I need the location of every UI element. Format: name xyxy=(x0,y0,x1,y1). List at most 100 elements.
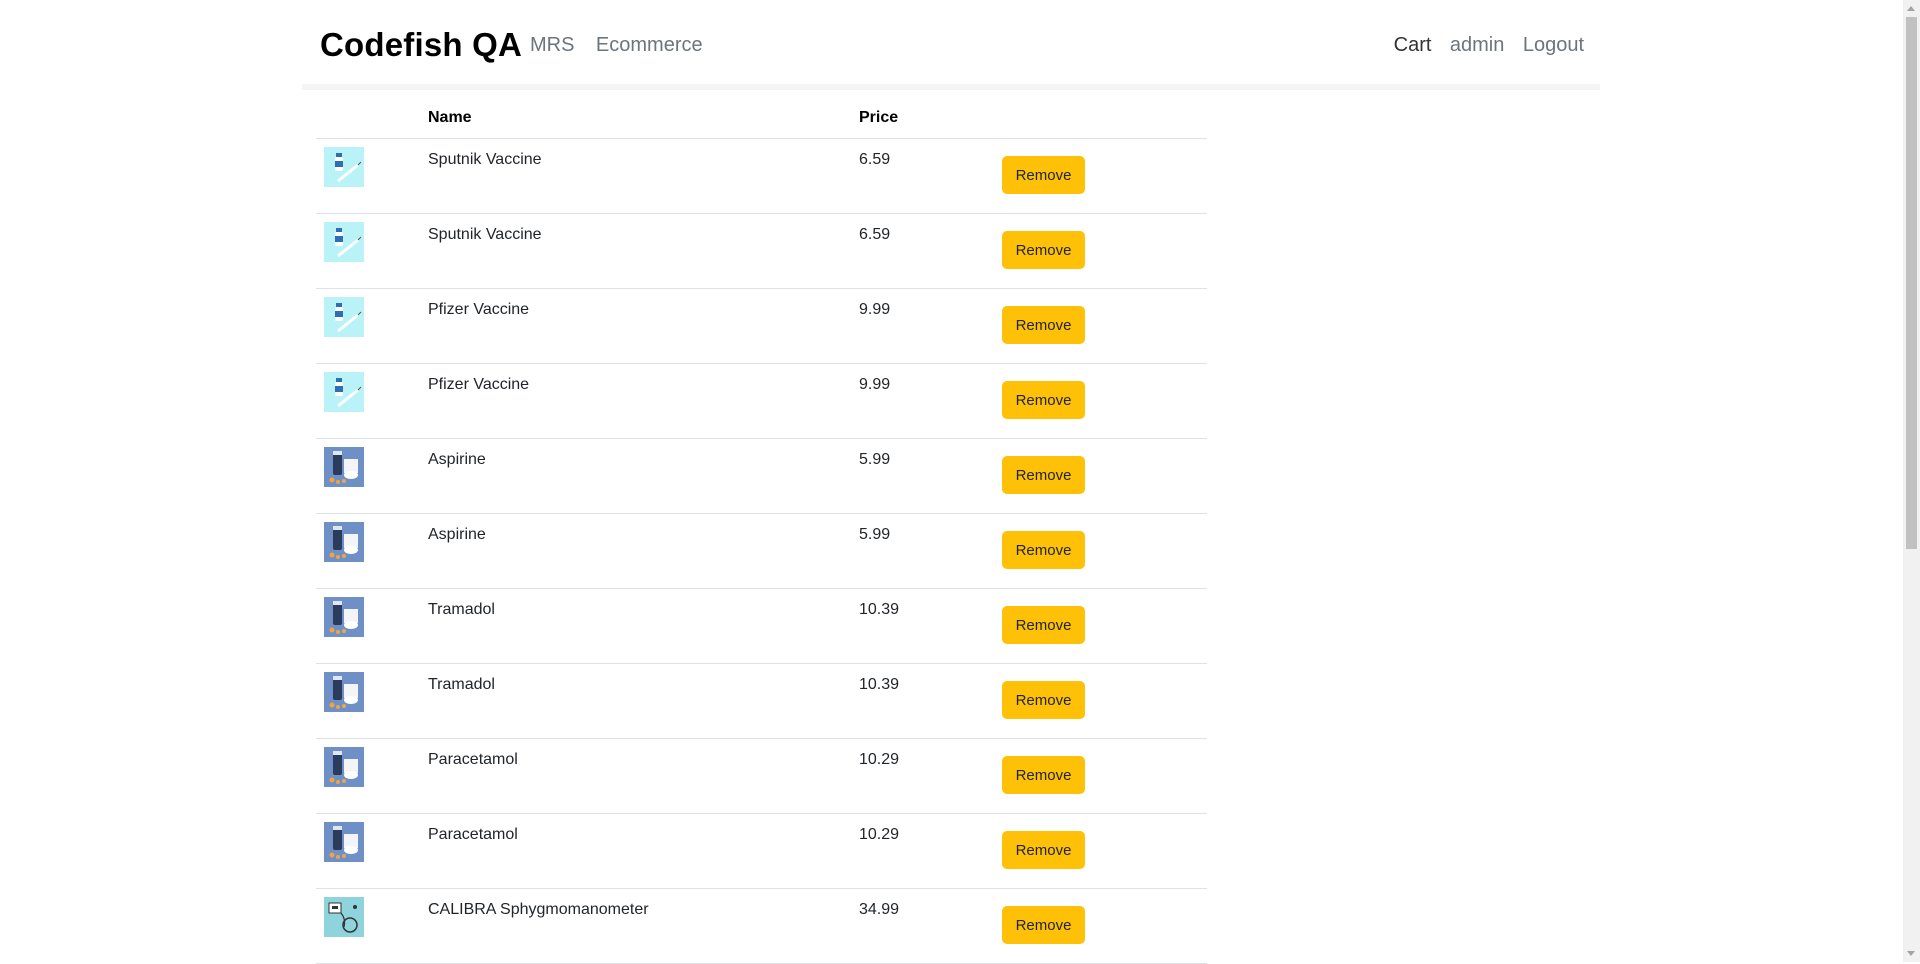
product-name-cell: Tramadol xyxy=(428,588,859,664)
pills-thumbnail-icon xyxy=(324,822,364,862)
product-price-cell: 6.59 xyxy=(859,138,1001,214)
product-image-cell xyxy=(316,663,428,739)
product-actions-cell: Remove xyxy=(1001,813,1207,889)
product-name-cell: CALIBRA Sphygmomanometer xyxy=(428,888,859,964)
remove-button[interactable]: Remove xyxy=(1002,456,1085,494)
pills-thumbnail-icon xyxy=(324,597,364,637)
product-price: 10.39 xyxy=(859,676,900,693)
product-price-cell: 9.99 xyxy=(859,288,1001,364)
product-name: Tramadol xyxy=(428,676,495,693)
remove-button[interactable]: Remove xyxy=(1002,231,1085,269)
table-row: Tramadol 10.39 Remove xyxy=(316,588,1207,664)
table-row: Paracetamol 10.29 Remove xyxy=(316,738,1207,814)
remove-button[interactable]: Remove xyxy=(1002,831,1085,869)
product-name-cell: Tramadol xyxy=(428,663,859,739)
product-price: 10.39 xyxy=(859,601,900,618)
remove-button[interactable]: Remove xyxy=(1002,606,1085,644)
pills-thumbnail-icon xyxy=(324,747,364,787)
product-price-cell: 5.99 xyxy=(859,438,1001,514)
product-price: 9.99 xyxy=(859,376,891,393)
product-actions-cell: Remove xyxy=(1001,288,1207,364)
product-price: 5.99 xyxy=(859,526,891,543)
product-name-cell: Aspirine xyxy=(428,513,859,589)
product-name: Sputnik Vaccine xyxy=(428,151,542,168)
product-name-cell: Aspirine xyxy=(428,438,859,514)
product-price-cell: 5.99 xyxy=(859,513,1001,589)
header-price: Price xyxy=(859,98,1001,139)
product-name: Aspirine xyxy=(428,451,486,468)
product-image-cell xyxy=(316,363,428,439)
product-name: Paracetamol xyxy=(428,751,518,768)
product-name: Aspirine xyxy=(428,526,486,543)
vaccine-thumbnail-icon xyxy=(324,222,364,262)
product-image-cell xyxy=(316,738,428,814)
product-name-cell: Pfizer Vaccine xyxy=(428,363,859,439)
remove-button[interactable]: Remove xyxy=(1002,531,1085,569)
header-actions xyxy=(1001,98,1207,139)
remove-button[interactable]: Remove xyxy=(1002,681,1085,719)
product-price: 5.99 xyxy=(859,451,891,468)
nav-link-admin[interactable]: admin xyxy=(1450,34,1504,56)
remove-button[interactable]: Remove xyxy=(1002,381,1085,419)
remove-button[interactable]: Remove xyxy=(1002,156,1085,194)
table-row: Paracetamol 10.29 Remove xyxy=(316,813,1207,889)
product-name-cell: Sputnik Vaccine xyxy=(428,138,859,214)
product-price: 10.29 xyxy=(859,751,900,768)
table-row: Aspirine 5.99 Remove xyxy=(316,438,1207,514)
product-actions-cell: Remove xyxy=(1001,513,1207,589)
product-price: 6.59 xyxy=(859,226,891,243)
table-row: CALIBRA Sphygmomanometer 34.99 Remove xyxy=(316,888,1207,964)
product-image-cell xyxy=(316,513,428,589)
product-actions-cell: Remove xyxy=(1001,663,1207,739)
cart-table-body: Sputnik Vaccine 6.59 Remove Sputnik Vaccine… xyxy=(316,138,1207,964)
product-price-cell: 6.59 xyxy=(859,213,1001,289)
scroll-down-arrow-icon[interactable] xyxy=(1907,951,1915,956)
product-image-cell xyxy=(316,213,428,289)
product-name-cell: Pfizer Vaccine xyxy=(428,288,859,364)
nav-right: Cart admin Logout xyxy=(1380,34,1584,57)
header-name: Name xyxy=(428,98,859,139)
table-row: Pfizer Vaccine 9.99 Remove xyxy=(316,288,1207,364)
table-row: Pfizer Vaccine 9.99 Remove xyxy=(316,363,1207,439)
product-price: 34.99 xyxy=(859,901,900,918)
scroll-up-arrow-icon[interactable] xyxy=(1907,6,1915,11)
product-name: Tramadol xyxy=(428,601,495,618)
product-actions-cell: Remove xyxy=(1001,213,1207,289)
product-actions-cell: Remove xyxy=(1001,363,1207,439)
table-header-row: Name Price xyxy=(316,98,1207,139)
header-image xyxy=(316,98,428,139)
nav-link-mrs[interactable]: MRS xyxy=(530,34,574,56)
product-actions-cell: Remove xyxy=(1001,138,1207,214)
product-name: Paracetamol xyxy=(428,826,518,843)
nav-link-logout[interactable]: Logout xyxy=(1523,34,1584,56)
brand-logo[interactable]: Codefish QA xyxy=(320,26,522,64)
product-image-cell xyxy=(316,288,428,364)
product-name: Pfizer Vaccine xyxy=(428,376,530,393)
cart-table: Name Price Sputnik Vaccine 6.59 Remove Sput… xyxy=(316,98,1207,964)
product-price-cell: 10.29 xyxy=(859,813,1001,889)
scrollbar-thumb[interactable] xyxy=(1906,17,1917,549)
vertical-scrollbar[interactable] xyxy=(1903,0,1920,962)
product-price: 6.59 xyxy=(859,151,891,168)
product-price-cell: 9.99 xyxy=(859,363,1001,439)
remove-button[interactable]: Remove xyxy=(1002,906,1085,944)
product-name-cell: Sputnik Vaccine xyxy=(428,213,859,289)
table-row: Sputnik Vaccine 6.59 Remove xyxy=(316,213,1207,289)
product-image-cell xyxy=(316,813,428,889)
pills-thumbnail-icon xyxy=(324,672,364,712)
vaccine-thumbnail-icon xyxy=(324,297,364,337)
remove-button[interactable]: Remove xyxy=(1002,756,1085,794)
product-image-cell xyxy=(316,438,428,514)
product-image-cell xyxy=(316,588,428,664)
product-actions-cell: Remove xyxy=(1001,588,1207,664)
table-row: Sputnik Vaccine 6.59 Remove xyxy=(316,138,1207,214)
product-actions-cell: Remove xyxy=(1001,438,1207,514)
nav-left: MRS Ecommerce xyxy=(530,34,720,57)
vaccine-thumbnail-icon xyxy=(324,372,364,412)
product-price: 10.29 xyxy=(859,826,900,843)
nav-link-ecommerce[interactable]: Ecommerce xyxy=(596,34,703,56)
nav-link-cart[interactable]: Cart xyxy=(1394,34,1432,56)
product-name-cell: Paracetamol xyxy=(428,813,859,889)
remove-button[interactable]: Remove xyxy=(1002,306,1085,344)
product-price: 9.99 xyxy=(859,301,891,318)
